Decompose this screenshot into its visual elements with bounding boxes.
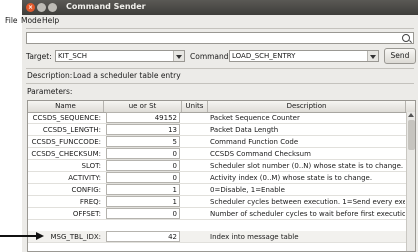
menu-mode[interactable]: Mode — [21, 16, 41, 25]
param-name: CONFIG: — [71, 186, 101, 194]
target-value: KIT_SCH — [58, 52, 88, 60]
param-value-field[interactable]: 0 — [106, 208, 180, 219]
param-value-field[interactable]: 1 — [106, 196, 180, 207]
command-value: LOAD_SCH_ENTRY — [232, 52, 296, 60]
param-description: Scheduler slot number (0..N) whose state… — [210, 162, 404, 170]
scroll-up-icon[interactable] — [408, 113, 414, 117]
param-description: CCSDS Command Checksum — [210, 150, 311, 158]
title-bar: × Command Sender — [22, 0, 418, 15]
table-row: SLOT: 0 Scheduler slot number (0..N) who… — [28, 160, 415, 172]
param-name: ACTIVITY: — [68, 174, 101, 182]
param-units — [183, 112, 205, 124]
param-units — [183, 231, 205, 243]
param-value-field[interactable]: 42 — [106, 231, 180, 242]
param-name: CCSDS_CHECKSUM: — [31, 150, 101, 158]
arrow-head-icon — [36, 232, 44, 240]
column-header-value[interactable]: ue or St — [104, 101, 182, 112]
param-units — [183, 160, 205, 172]
command-sender-window: × Command Sender File Mode Help Target: … — [5, 0, 418, 252]
send-button[interactable]: Send — [384, 48, 416, 64]
table-row: CCSDS_LENGTH: 13 Packet Data Length — [28, 124, 415, 136]
target-select[interactable]: KIT_SCH — [55, 50, 185, 62]
param-value-field[interactable]: 0 — [106, 148, 180, 159]
table-row: CONFIG: 1 0=Disable, 1=Enable — [28, 184, 415, 196]
param-name: SLOT: — [81, 162, 101, 170]
menu-help[interactable]: Help — [42, 16, 59, 25]
parameters-table: Name ue or St Units Description CCSDS_SE… — [27, 100, 416, 252]
param-description: Index into message table — [210, 233, 299, 241]
table-row: CCSDS_CHECKSUM: 0 CCSDS Command Checksum — [28, 148, 415, 160]
scrollbar-thumb[interactable] — [408, 120, 415, 150]
param-units — [183, 208, 205, 220]
param-description: Scheduler cycles between execution. 1=Se… — [210, 198, 405, 206]
menu-bar: File Mode Help — [5, 15, 418, 27]
param-name: FREQ: — [79, 198, 101, 206]
maximize-icon[interactable] — [48, 3, 57, 12]
param-units — [183, 148, 205, 160]
param-name: CCSDS_SEQUENCE: — [32, 114, 101, 122]
search-input[interactable] — [26, 32, 414, 44]
param-value-field[interactable]: 5 — [106, 136, 180, 147]
chevron-down-icon[interactable] — [173, 51, 184, 61]
command-select[interactable]: LOAD_SCH_ENTRY — [229, 50, 379, 62]
table-row: MSG_TBL_IDX: 42 Index into message table — [28, 231, 415, 243]
param-name: CCSDS_FUNCCODE: — [31, 138, 101, 146]
param-value-field[interactable]: 13 — [106, 124, 180, 135]
param-name: OFFSET: — [72, 210, 101, 218]
table-row: OFFSET: 0 Number of scheduler cycles to … — [28, 208, 415, 220]
arrow-shaft — [0, 235, 38, 237]
column-header-description[interactable]: Description — [208, 101, 406, 112]
param-value-field[interactable]: 0 — [106, 160, 180, 171]
minimize-icon[interactable] — [37, 3, 46, 12]
table-row: ACTIVITY: 0 Activity index (0..M) whose … — [28, 172, 415, 184]
param-units — [183, 136, 205, 148]
param-value-field[interactable]: 1 — [106, 184, 180, 195]
target-label: Target: — [26, 52, 52, 61]
description-text: Load a scheduler table entry — [73, 71, 181, 80]
param-description: 0=Disable, 1=Enable — [210, 186, 285, 194]
description-label: Description: — [27, 71, 73, 80]
menu-file[interactable]: File — [5, 16, 18, 25]
annotation-arrow — [0, 232, 44, 240]
separator — [26, 28, 414, 29]
parameters-label: Parameters: — [27, 87, 73, 96]
column-header-units[interactable]: Units — [182, 101, 208, 112]
table-scrollbar[interactable] — [406, 112, 415, 251]
command-label: Command: — [190, 52, 232, 61]
column-header-name[interactable]: Name — [28, 101, 104, 112]
param-units — [183, 172, 205, 184]
table-row: FREQ: 1 Scheduler cycles between executi… — [28, 196, 415, 208]
search-icon[interactable] — [402, 34, 410, 42]
table-row: CCSDS_FUNCCODE: 5 Command Function Code — [28, 136, 415, 148]
chevron-down-icon[interactable] — [367, 51, 378, 61]
window-title: Command Sender — [66, 2, 146, 11]
separator — [26, 68, 414, 69]
param-description: Packet Sequence Counter — [210, 114, 300, 122]
param-description: Activity index (0..M) whose state is to … — [210, 174, 373, 182]
param-description: Number of scheduler cycles to wait befor… — [210, 210, 405, 218]
table-row: CCSDS_SEQUENCE: 49152 Packet Sequence Co… — [28, 112, 415, 124]
param-description: Command Function Code — [210, 138, 299, 146]
param-units — [183, 196, 205, 208]
param-units — [183, 124, 205, 136]
separator — [26, 83, 414, 84]
param-name: CCSDS_LENGTH: — [42, 126, 101, 134]
param-value-field[interactable]: 0 — [106, 172, 180, 183]
param-value-field[interactable]: 49152 — [106, 112, 180, 123]
close-icon[interactable]: × — [26, 3, 35, 12]
param-description: Packet Data Length — [210, 126, 279, 134]
param-units — [183, 184, 205, 196]
